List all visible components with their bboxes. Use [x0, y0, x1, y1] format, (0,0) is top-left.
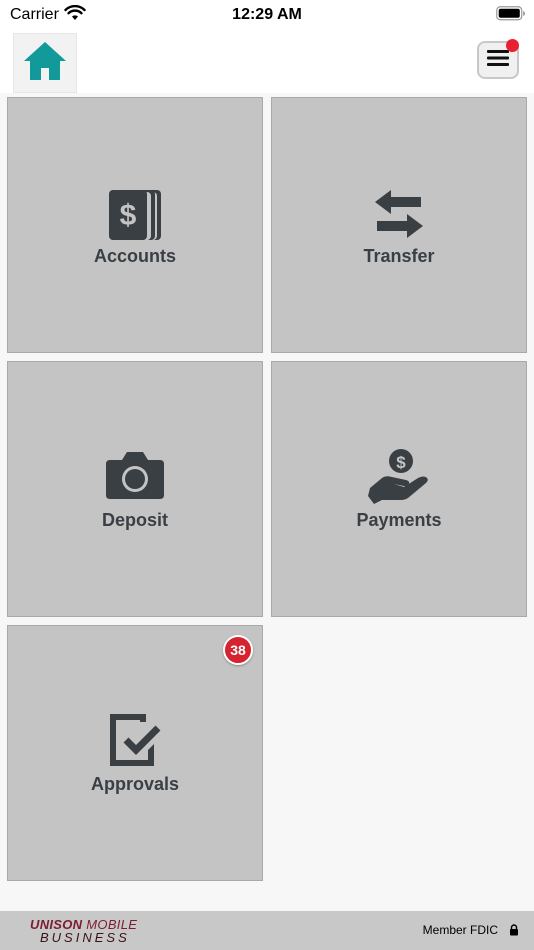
member-fdic-label: Member FDIC: [422, 923, 498, 937]
hand-coin-icon: $: [272, 448, 526, 504]
camera-icon: [8, 450, 262, 500]
swap-arrows-icon: [272, 188, 526, 240]
footer: UNISON MOBILE BUSINESS Member FDIC: [0, 911, 534, 950]
svg-text:$: $: [120, 199, 137, 232]
home-icon: [21, 39, 69, 88]
tile-accounts[interactable]: $ Accounts: [7, 97, 263, 353]
tile-approvals-label: Approvals: [90, 774, 180, 794]
tile-deposit-label: Deposit: [101, 510, 168, 530]
app-header: [0, 30, 534, 93]
tile-approvals[interactable]: 38 Approvals: [7, 625, 263, 881]
notification-dot: [506, 39, 519, 52]
lock-icon: [509, 923, 519, 941]
status-bar: Carrier 12:29 AM: [0, 0, 534, 30]
clock: 12:29 AM: [232, 6, 302, 23]
tile-payments-label: Payments: [356, 510, 442, 530]
tile-transfer[interactable]: Transfer: [271, 97, 527, 353]
brand-business: BUSINESS: [40, 930, 130, 945]
approval-check-icon: [8, 712, 262, 768]
svg-text:$: $: [396, 453, 406, 472]
dashboard-grid: $ Accounts Transfer Deposit $ Payments 3…: [0, 93, 534, 911]
battery-icon: [496, 6, 526, 26]
tile-payments[interactable]: $ Payments: [271, 361, 527, 617]
hamburger-menu-icon: [487, 49, 509, 72]
tile-transfer-label: Transfer: [363, 246, 435, 266]
tile-accounts-label: Accounts: [93, 246, 176, 266]
dollar-stack-icon: $: [8, 188, 262, 242]
tile-deposit[interactable]: Deposit: [7, 361, 263, 617]
home-button[interactable]: [13, 33, 77, 93]
approvals-badge: 38: [223, 635, 253, 665]
